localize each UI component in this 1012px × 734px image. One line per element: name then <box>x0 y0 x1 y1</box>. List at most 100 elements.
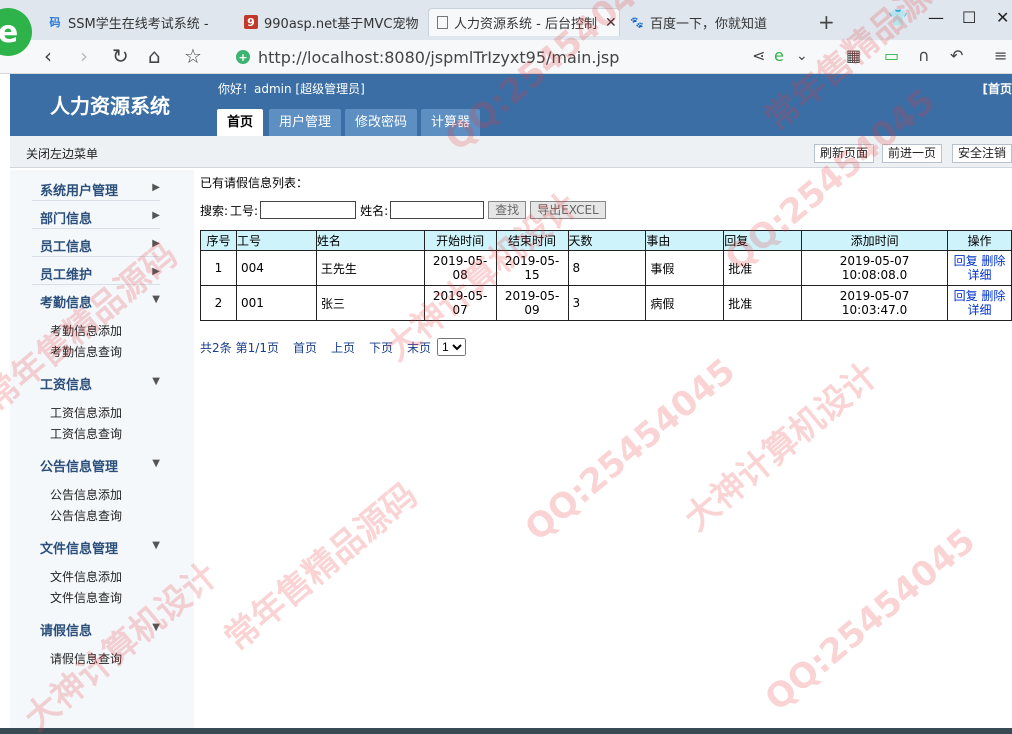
sidebar-item-file-query[interactable]: 文件信息查询 <box>50 589 122 606</box>
nav-user-management[interactable]: 用户管理 <box>269 109 342 136</box>
sidebar-group-system-users[interactable]: 系统用户管理 ▶ <box>40 180 160 199</box>
tab-asp-pet[interactable]: 9 990asp.net基于MVC宠物 <box>236 8 426 36</box>
search-button[interactable]: 查找 <box>488 201 527 219</box>
sidebar-item-salary-query[interactable]: 工资信息查询 <box>50 425 122 442</box>
nav-calculator[interactable]: 计算器 <box>421 109 481 136</box>
sidebar-item-salary-add[interactable]: 工资信息添加 <box>50 404 122 421</box>
share-icon[interactable]: ⋖ <box>752 45 765 67</box>
prev-page-link[interactable]: 上页 <box>331 339 355 356</box>
close-left-menu-link[interactable]: 关闭左边菜单 <box>26 145 98 162</box>
column-header: 回复 <box>723 230 803 251</box>
tab-label: 人力资源系统 - 后台控制 <box>454 17 597 32</box>
chevron-right-icon: ▶ <box>152 182 160 193</box>
headphone-icon[interactable]: ∩ <box>918 45 930 67</box>
undo-icon[interactable]: ↶ <box>950 45 963 67</box>
name-input[interactable] <box>390 201 485 219</box>
skin-icon[interactable]: 👕 <box>888 8 908 27</box>
star-icon[interactable]: ☆ <box>184 45 202 67</box>
sidebar-item-leave-query[interactable]: 请假信息查询 <box>50 650 122 667</box>
delete-link[interactable]: 删除 <box>981 289 1005 303</box>
sidebar-group-leave[interactable]: 请假信息 ▼ <box>40 620 160 639</box>
logout-button[interactable]: 安全注销 <box>952 144 1012 163</box>
forward-icon[interactable]: › <box>80 45 88 67</box>
home-link[interactable]: [首页 <box>983 80 1012 97</box>
name-label: 姓名: <box>360 203 389 218</box>
next-page-link[interactable]: 下页 <box>369 339 393 356</box>
cell-emp-no: 001 <box>235 285 317 321</box>
cell-reason: 病假 <box>645 285 725 321</box>
sidebar-item-attendance-add[interactable]: 考勤信息添加 <box>50 322 122 339</box>
reload-icon[interactable]: ↻ <box>112 45 129 67</box>
close-tab-icon[interactable]: ✕ <box>605 15 617 31</box>
cell-added: 2019-05-07 10:03:47.0 <box>801 285 948 321</box>
emp-no-label: 工号: <box>230 203 259 218</box>
reply-link[interactable]: 回复 <box>954 289 978 303</box>
page-select[interactable]: 1 <box>437 338 467 356</box>
sidebar-item-announcement-query[interactable]: 公告信息查询 <box>50 507 122 524</box>
delete-link[interactable]: 删除 <box>981 254 1005 268</box>
first-page-link[interactable]: 首页 <box>293 339 317 356</box>
list-title: 已有请假信息列表： <box>200 176 309 190</box>
total-count: 共2条 <box>200 340 232 355</box>
export-excel-button[interactable]: 导出EXCEL <box>530 201 606 219</box>
cell-added: 2019-05-07 10:08:08.0 <box>801 250 948 286</box>
back-icon[interactable]: ‹ <box>44 45 52 67</box>
cell-start: 2019-05-08 <box>423 250 497 286</box>
app-header: 人力资源系统 你好！admin [超级管理员] [首页 首页 用户管理 修改密码… <box>10 74 1012 136</box>
tab-ssm-exam[interactable]: 码 SSM学生在线考试系统 - <box>40 8 230 36</box>
address-bar[interactable]: + http://localhost:8080/jspmlTrIzyxt95/m… <box>236 44 816 70</box>
sidebar-group-employee-maintenance[interactable]: 员工维护 ▶ <box>40 264 160 283</box>
minimize-icon[interactable]: — <box>928 8 944 27</box>
forward-page-button[interactable]: 前进一页 <box>882 144 943 163</box>
cell-no: 2 <box>200 285 237 321</box>
sidebar-group-announcement[interactable]: 公告信息管理 ▼ <box>40 456 160 475</box>
detail-link[interactable]: 详细 <box>967 268 991 282</box>
new-tab-icon[interactable]: + <box>818 10 835 34</box>
last-page-link[interactable]: 末页 <box>407 339 431 356</box>
sidebar-group-label: 工资信息 <box>40 378 93 393</box>
sidebar-group-employee[interactable]: 员工信息 ▶ <box>40 236 160 255</box>
close-window-icon[interactable]: ✕ <box>996 8 1009 27</box>
sidebar-group-label: 部门信息 <box>40 212 93 227</box>
cell-name: 张三 <box>315 285 425 321</box>
apps-icon[interactable]: ▦ <box>846 45 861 67</box>
sidebar-group-label: 公告信息管理 <box>40 460 119 475</box>
nav-change-password[interactable]: 修改密码 <box>345 109 418 136</box>
sidebar-group-attendance[interactable]: 考勤信息 ▼ <box>40 292 160 311</box>
search-label: 搜索: <box>200 203 229 218</box>
sidebar-group-label: 文件信息管理 <box>40 542 119 557</box>
chevron-down-icon[interactable]: ⌄ <box>796 45 808 67</box>
cell-no: 1 <box>200 250 237 286</box>
reply-link[interactable]: 回复 <box>954 254 978 268</box>
table-row: 2 001 张三 2019-05-07 2019-05-09 3 病假 批准 2… <box>200 285 1012 321</box>
sidebar-group-files[interactable]: 文件信息管理 ▼ <box>40 538 160 557</box>
column-header: 结束时间 <box>495 230 569 251</box>
sidebar-group-department[interactable]: 部门信息 ▶ <box>40 208 160 227</box>
emp-no-input[interactable] <box>260 201 357 219</box>
cell-ops: 回复 删除 详细 <box>947 285 1012 321</box>
home-icon[interactable]: ⌂ <box>148 45 161 67</box>
web-page: 人力资源系统 你好！admin [超级管理员] [首页 首页 用户管理 修改密码… <box>10 74 1012 734</box>
tab-baidu[interactable]: 🐾 百度一下，你就知道 <box>622 8 812 36</box>
column-header: 天数 <box>567 230 647 251</box>
detail-link[interactable]: 详细 <box>967 303 991 317</box>
column-header: 姓名 <box>315 230 425 251</box>
sidebar-item-file-add[interactable]: 文件信息添加 <box>50 568 122 585</box>
menu-icon[interactable]: ≡ <box>994 45 1007 67</box>
sidebar-group-salary[interactable]: 工资信息 ▼ <box>40 374 160 393</box>
engine-icon[interactable]: e <box>774 45 784 67</box>
cell-reason: 事假 <box>645 250 725 286</box>
cell-ops: 回复 删除 详细 <box>947 250 1012 286</box>
sidebar-group-label: 请假信息 <box>40 624 93 639</box>
maximize-icon[interactable]: ☐ <box>962 8 976 27</box>
sidebar-item-attendance-query[interactable]: 考勤信息查询 <box>50 343 122 360</box>
sidebar-item-announcement-add[interactable]: 公告信息添加 <box>50 486 122 503</box>
sidebar: 系统用户管理 ▶ 部门信息 ▶ 员工信息 ▶ 员工维护 ▶ 考勤信息 ▼ 考勤信息添加 考… <box>10 170 194 734</box>
refresh-page-button[interactable]: 刷新页面 <box>814 144 875 163</box>
tab-hr-system[interactable]: 人力资源系统 - 后台控制 ✕ <box>428 8 620 36</box>
battery-icon[interactable]: ▭ <box>884 45 899 67</box>
nav-home[interactable]: 首页 <box>217 109 264 136</box>
column-header: 开始时间 <box>423 230 497 251</box>
divider <box>32 256 160 257</box>
cell-days: 3 <box>567 285 647 321</box>
